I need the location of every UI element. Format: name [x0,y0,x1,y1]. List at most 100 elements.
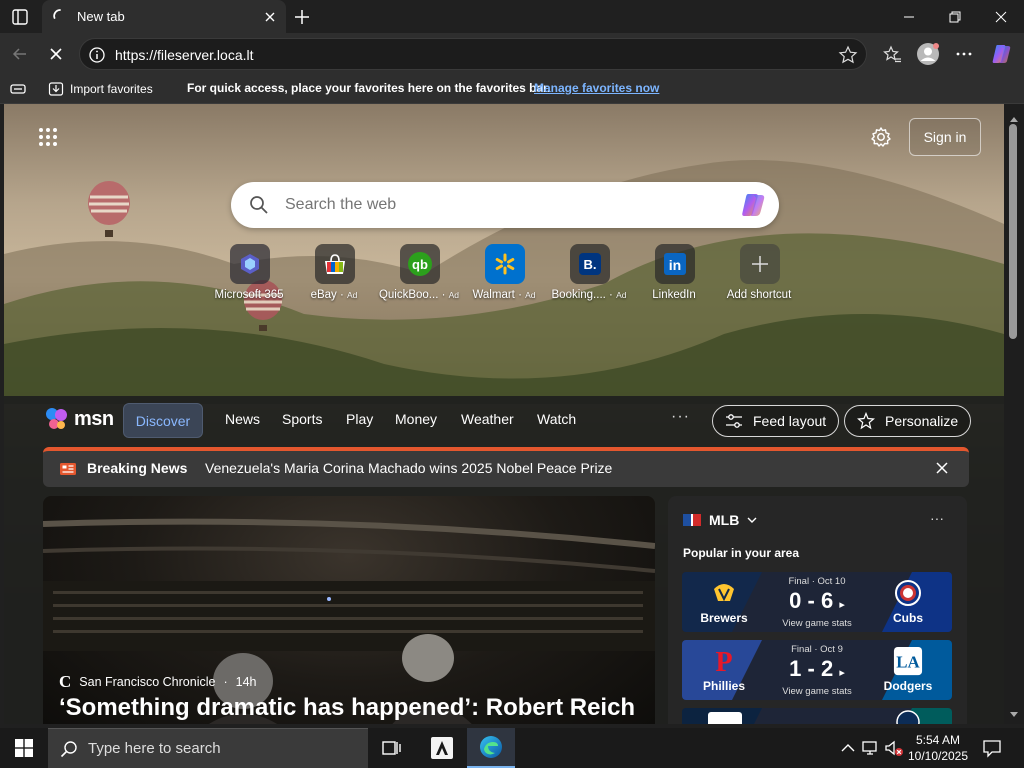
msn-logo[interactable]: msn [44,406,114,432]
task-view-icon [382,741,401,755]
task-view-button[interactable] [368,728,416,768]
close-window-button[interactable] [978,0,1024,33]
shortcut-label: eBay · Ad [310,289,358,301]
tab-new-tab[interactable]: New tab [42,0,286,33]
profile-avatar[interactable] [915,41,941,67]
hero-news-card[interactable]: C San Francisco Chronicle · 14h ‘Somethi… [43,496,655,724]
personalize-label: Personalize [885,413,959,429]
team-phillies: P Phillies [694,646,754,693]
play-arrow-icon: ▸ [839,667,845,679]
team-brewers: Brewers [694,578,754,625]
address-bar[interactable]: https://fileserver.loca.lt [79,38,867,70]
title-bar: New tab [0,0,1024,33]
tab-actions-icon[interactable] [8,6,32,28]
import-favorites-label: Import favorites [70,82,153,96]
tab-title: New tab [77,9,125,24]
shortcut-quickbooks[interactable]: qb QuickBoo... · Ad [374,244,464,314]
browser-toolbar: https://fileserver.loca.lt [0,33,1024,74]
feed-layout-label: Feed layout [753,413,827,429]
back-button[interactable] [7,41,33,67]
favorites-button[interactable] [879,41,905,67]
minimize-button[interactable] [886,0,932,33]
scroll-up-icon[interactable] [1009,110,1019,122]
taskbar-app-edge[interactable] [467,728,515,768]
copilot-search-icon[interactable] [739,191,769,219]
game-card-phillies-dodgers[interactable]: P Phillies Final · Oct 9 1 - 2 ▸ View ga… [682,640,952,700]
linkedin-icon: in [655,244,695,284]
shortcut-label: Microsoft 365 [204,289,294,301]
breaking-news-banner[interactable]: Breaking News Venezuela's Maria Corina M… [43,447,969,487]
score-text: 1 - 2 [789,656,834,681]
taskbar-search-box[interactable]: Type here to search [48,728,368,768]
shortcut-plus[interactable]: Add shortcut [714,244,804,314]
mlb-dropdown[interactable]: MLB [683,512,757,528]
stop-loading-button[interactable] [43,41,69,67]
page-settings-gear-icon[interactable] [870,126,892,148]
shortcut-ebay[interactable]: eBay · Ad [289,244,379,314]
game-card-brewers-cubs[interactable]: Brewers Final · Oct 10 0 - 6 ▸ View game… [682,572,952,632]
favorite-star-icon[interactable] [838,45,858,65]
taskbar-app-adobe[interactable] [418,728,466,768]
shortcut-label-text: LinkedIn [652,289,696,301]
shortcut-linkedin[interactable]: in LinkedIn [629,244,719,314]
msn-butterfly-icon [46,408,67,429]
search-input[interactable] [285,194,715,216]
collections-icon[interactable] [9,81,27,97]
feed-layout-button[interactable]: Feed layout [712,405,840,437]
msn-tab-sports[interactable]: Sports [282,411,322,427]
network-icon[interactable] [861,738,881,758]
personalize-button[interactable]: Personalize [844,405,972,437]
hero-headline[interactable]: ‘Something dramatic has happened’: Rober… [59,694,635,722]
msn-tab-play[interactable]: Play [346,411,373,427]
msn-tab-money[interactable]: Money [395,411,437,427]
mlb-scores-card: MLB ··· Popular in your area Brewers Fin… [668,496,967,724]
web-search-box[interactable] [231,182,779,228]
ad-badge: Ad [347,290,358,300]
manage-favorites-link[interactable]: Manage favorites now [534,81,659,95]
import-favorites-button[interactable]: Import favorites [48,80,153,98]
shortcut-booking[interactable]: B. Booking.... · Ad [544,244,634,314]
sf-chronicle-logo-icon: C [59,672,72,691]
windows-taskbar: Type here to search 5:54 AM 10/10/2025 [0,728,1024,768]
msn-feed: msn Discover News Sports Play Money Weat… [4,396,1004,724]
shortcut-label-text: QuickBoo... [378,289,439,301]
clock-date: 10/10/2025 [907,749,969,763]
msn-tab-discover[interactable]: Discover [123,403,203,438]
copilot-icon[interactable] [989,41,1015,67]
apps-launcher-icon[interactable] [38,127,58,147]
notifications-icon[interactable] [982,738,1002,758]
site-info-icon[interactable] [88,46,106,64]
start-button[interactable] [0,728,48,768]
import-icon [48,82,64,96]
show-hidden-icons-chevron-icon[interactable] [838,738,858,758]
msn-more-button[interactable]: ··· [671,408,690,426]
microsoft-365-icon [230,244,270,284]
view-game-stats-link[interactable]: View game stats [770,618,864,629]
shortcut-label: LinkedIn [629,289,719,301]
hot-air-balloon-image [88,181,130,237]
new-tab-button[interactable] [290,5,314,29]
scrollbar-thumb[interactable] [1009,124,1017,339]
game-card-partial[interactable] [682,708,952,724]
scroll-down-icon[interactable] [1009,706,1019,717]
mlb-more-options-button[interactable]: ··· [930,510,944,526]
url-text[interactable]: https://fileserver.loca.lt [115,47,254,63]
shortcut-walmart[interactable]: Walmart · Ad [459,244,549,314]
system-clock[interactable]: 5:54 AM 10/10/2025 [905,732,971,764]
tab-close-icon[interactable] [261,8,279,26]
view-game-stats-link[interactable]: View game stats [770,686,864,697]
msn-tab-weather[interactable]: Weather [461,411,514,427]
breaking-news-headline[interactable]: Venezuela's Maria Corina Machado wins 20… [205,460,612,476]
msn-tab-watch[interactable]: Watch [537,411,576,427]
volume-muted-icon[interactable] [884,738,904,758]
settings-more-button[interactable] [951,41,977,67]
restore-button[interactable] [932,0,978,33]
game-score: 0 - 6 ▸ [772,588,862,614]
windows-logo-icon [15,739,33,757]
shortcut-label: Add shortcut [714,289,804,301]
msn-tab-news[interactable]: News [225,411,260,427]
close-icon[interactable] [935,461,949,475]
sign-in-button[interactable]: Sign in [909,118,981,156]
shortcut-microsoft-365[interactable]: Microsoft 365 [204,244,294,314]
page-scrollbar[interactable] [1004,104,1024,724]
